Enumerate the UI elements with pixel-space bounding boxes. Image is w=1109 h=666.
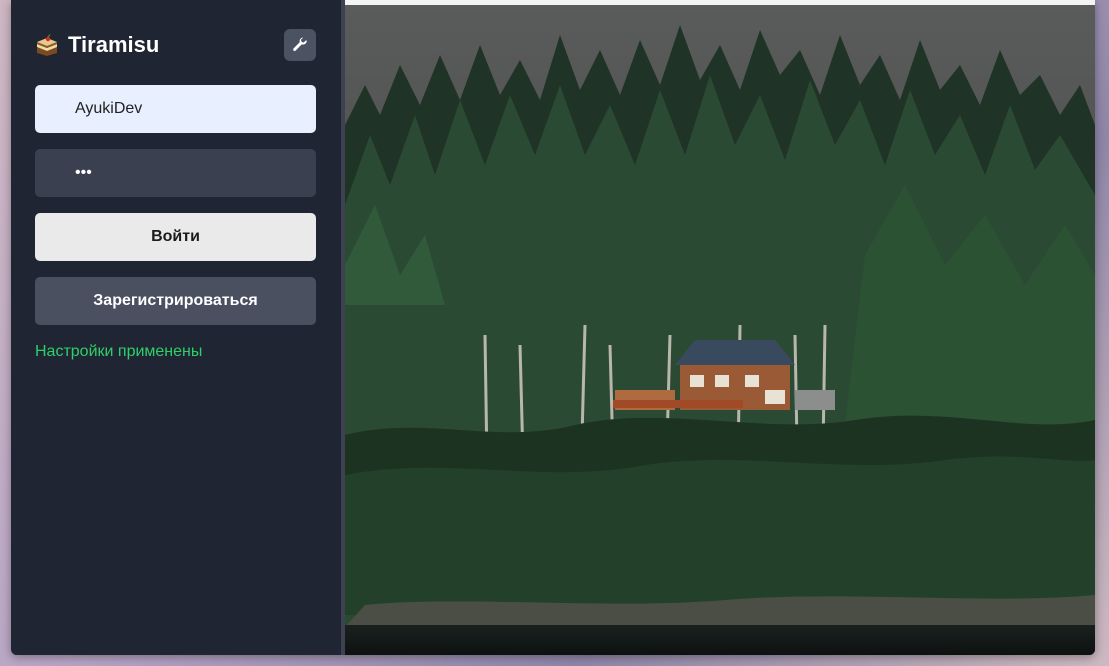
forest-photo <box>345 5 1095 655</box>
login-button[interactable]: Войти <box>35 213 316 261</box>
wrench-icon <box>293 37 307 51</box>
app-header: Tiramisu <box>35 32 159 58</box>
status-message: Настройки применены <box>35 343 203 360</box>
register-button[interactable]: Зарегистрироваться <box>35 277 316 325</box>
password-input[interactable] <box>35 149 316 197</box>
username-input[interactable] <box>35 85 316 133</box>
login-sidebar: Tiramisu Войти Зарегистрироваться Настро… <box>11 0 341 655</box>
cake-icon <box>37 34 57 56</box>
app-title: Tiramisu <box>68 32 160 57</box>
launcher-window: Tiramisu Войти Зарегистрироваться Настро… <box>11 0 1095 655</box>
forest-background-image <box>345 5 1095 655</box>
settings-button[interactable] <box>284 29 316 61</box>
